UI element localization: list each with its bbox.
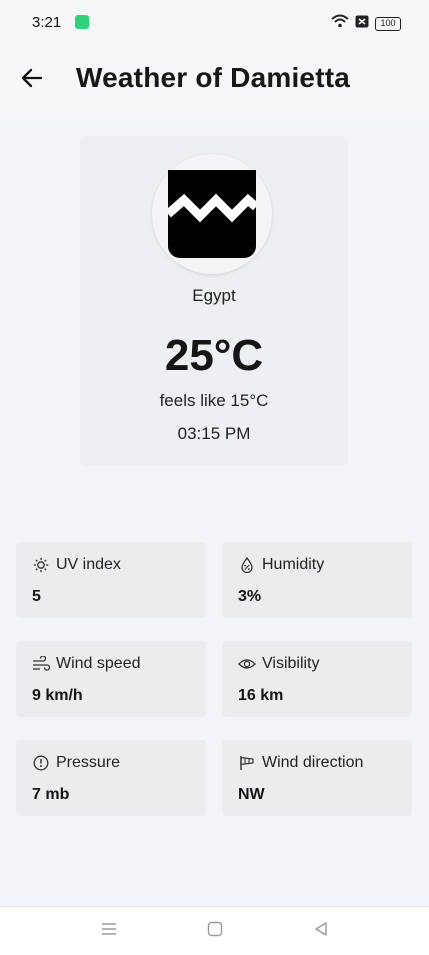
card-value: 9 km/h xyxy=(32,687,83,704)
battery-indicator: 100 xyxy=(375,16,401,31)
card-humidity: Humidity 3% xyxy=(222,542,412,618)
sun-icon xyxy=(32,556,50,574)
country-label: Egypt xyxy=(192,286,236,305)
card-value: 3% xyxy=(238,588,262,605)
card-wind-speed: Wind speed 9 km/h xyxy=(16,641,206,717)
windsock-icon xyxy=(238,754,256,772)
wifi-icon xyxy=(331,14,349,33)
back-button[interactable] xyxy=(16,64,48,96)
feels-like: feels like 15°C xyxy=(159,391,269,410)
green-app-icon xyxy=(75,15,89,29)
status-bar: 3:21 100 xyxy=(0,0,429,44)
weather-condition-icon xyxy=(165,170,259,258)
card-label: Pressure xyxy=(56,754,121,771)
card-label: Humidity xyxy=(262,556,325,573)
card-pressure: Pressure 7 mb xyxy=(16,740,206,816)
local-time: 03:15 PM xyxy=(177,424,251,443)
home-square-icon xyxy=(207,921,223,942)
card-label: UV index xyxy=(56,556,121,573)
no-sim-icon xyxy=(355,15,369,33)
card-wind-direction: Wind direction NW xyxy=(222,740,412,816)
card-value: 5 xyxy=(32,588,41,605)
current-weather-panel: Egypt 25°C feels like 15°C 03:15 PM xyxy=(80,136,348,466)
card-uv-index: UV index 5 xyxy=(16,542,206,618)
card-value: NW xyxy=(238,786,265,803)
back-triangle-icon xyxy=(313,921,329,942)
card-value: 7 mb xyxy=(32,786,70,803)
eye-icon xyxy=(238,655,256,673)
card-visibility: Visibility 16 km xyxy=(222,641,412,717)
temperature: 25°C xyxy=(164,331,264,380)
nav-menu-button[interactable] xyxy=(97,919,121,943)
humidity-icon xyxy=(238,556,256,574)
nav-home-button[interactable] xyxy=(203,919,227,943)
wind-icon xyxy=(32,655,50,673)
menu-icon xyxy=(101,922,117,941)
card-label: Visibility xyxy=(262,655,320,672)
arrow-left-icon xyxy=(21,68,43,93)
nav-back-button[interactable] xyxy=(309,919,333,943)
card-value: 16 km xyxy=(238,687,284,704)
system-nav-bar xyxy=(0,906,429,955)
card-label: Wind direction xyxy=(262,754,364,771)
card-label: Wind speed xyxy=(56,655,141,672)
gauge-icon xyxy=(32,754,50,772)
status-icons: 100 xyxy=(331,14,401,33)
app-header: Weather of Damietta xyxy=(0,44,429,120)
status-time: 3:21 xyxy=(32,14,62,31)
weather-icon-frame xyxy=(152,154,272,274)
page-title: Weather of Damietta xyxy=(76,62,351,93)
